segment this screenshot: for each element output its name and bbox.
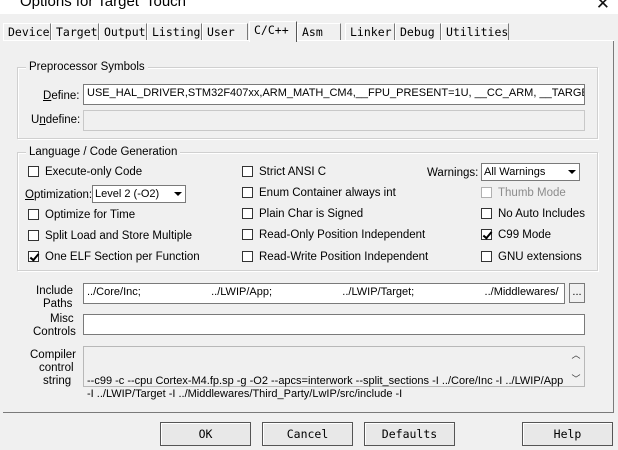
tab-device[interactable]: Device (3, 23, 51, 40)
strict-ansi-checkbox[interactable]: Strict ANSI C (242, 165, 326, 179)
execute-only-box[interactable] (28, 166, 39, 177)
thumb-mode-checkbox[interactable]: Thumb Mode (481, 186, 566, 200)
tab-strip: Device Target Output Listing User C/C++ … (3, 21, 615, 42)
tab-linker[interactable]: Linker (345, 23, 395, 40)
chevron-down-icon[interactable] (564, 165, 578, 179)
gnu-extensions-checkbox[interactable]: GNU extensions (481, 250, 582, 264)
split-load-checkbox[interactable]: Split Load and Store Multiple (28, 229, 192, 243)
compiler-label-3: string (43, 375, 72, 387)
warnings-select[interactable]: All Warnings (481, 163, 580, 181)
preprocessor-title: Preprocessor Symbols (26, 60, 148, 74)
compiler-label-2: control (39, 362, 74, 374)
plain-char-checkbox[interactable]: Plain Char is Signed (242, 207, 363, 221)
ro-position-checkbox[interactable]: Read-Only Position Independent (242, 228, 425, 242)
tab-asm[interactable]: Asm (297, 23, 341, 40)
enum-container-checkbox[interactable]: Enum Container always int (242, 186, 396, 200)
codegen-title: Language / Code Generation (26, 145, 181, 159)
window-title: Options for Target 'Touch' (20, 0, 189, 10)
no-auto-includes-checkbox[interactable]: No Auto Includes (481, 207, 585, 221)
undefine-label: Undefine: (31, 114, 81, 126)
warnings-value: All Warnings (484, 166, 546, 178)
one-elf-checkbox[interactable]: One ELF Section per Function (28, 250, 200, 264)
tab-listing[interactable]: Listing (147, 23, 202, 40)
include-label-1: Include (36, 285, 74, 297)
title-bar: Options for Target 'Touch' ✕ (0, 0, 618, 14)
include-paths-input[interactable]: ../Core/Inc; ../LWIP/App; ../LWIP/Target… (83, 283, 565, 304)
undefine-input[interactable] (83, 110, 585, 131)
optimize-time-checkbox[interactable]: Optimize for Time (28, 208, 135, 222)
optimization-label: Optimization: (25, 189, 93, 201)
compiler-label-1: Compiler (30, 349, 77, 361)
c99-mode-checkbox[interactable]: C99 Mode (481, 228, 551, 242)
scroll-down-icon[interactable]: ﹀ (571, 373, 581, 384)
rw-position-checkbox[interactable]: Read-Write Position Independent (242, 250, 428, 264)
misc-label-2: Controls (33, 326, 76, 338)
tab-user[interactable]: User (202, 23, 248, 40)
ok-button[interactable]: OK (160, 422, 251, 446)
close-icon[interactable]: ✕ (596, 0, 610, 14)
optimization-select[interactable]: Level 2 (-O2) (92, 185, 186, 203)
include-browse-button[interactable]: ... (569, 283, 585, 303)
cancel-button[interactable]: Cancel (262, 422, 353, 446)
define-label: Define: (43, 90, 80, 102)
misc-label-1: Misc (50, 313, 74, 325)
include-label-2: Paths (43, 298, 73, 310)
defaults-button[interactable]: Defaults (364, 422, 455, 446)
tab-target[interactable]: Target (51, 23, 99, 40)
execute-only-checkbox[interactable]: Execute-only Code (28, 165, 142, 179)
help-button[interactable]: Help (522, 422, 613, 446)
define-input[interactable]: USE_HAL_DRIVER,STM32F407xx,ARM_MATH_CM4,… (83, 84, 585, 105)
scroll-up-icon[interactable]: ︿ (571, 349, 581, 360)
misc-controls-input[interactable] (83, 314, 585, 335)
chevron-down-icon[interactable] (170, 187, 184, 201)
optimization-value: Level 2 (-O2) (95, 188, 160, 200)
tab-utilities[interactable]: Utilities (441, 23, 509, 40)
tab-c-cpp[interactable]: C/C++ (249, 21, 297, 42)
compiler-control-text: --c99 -c --cpu Cortex-M4.fp.sp -g -O2 --… (87, 375, 567, 400)
tab-debug[interactable]: Debug (395, 23, 441, 40)
compiler-control-string: --c99 -c --cpu Cortex-M4.fp.sp -g -O2 --… (83, 346, 585, 400)
warnings-label: Warnings: (427, 167, 479, 179)
tab-output[interactable]: Output (99, 23, 147, 40)
